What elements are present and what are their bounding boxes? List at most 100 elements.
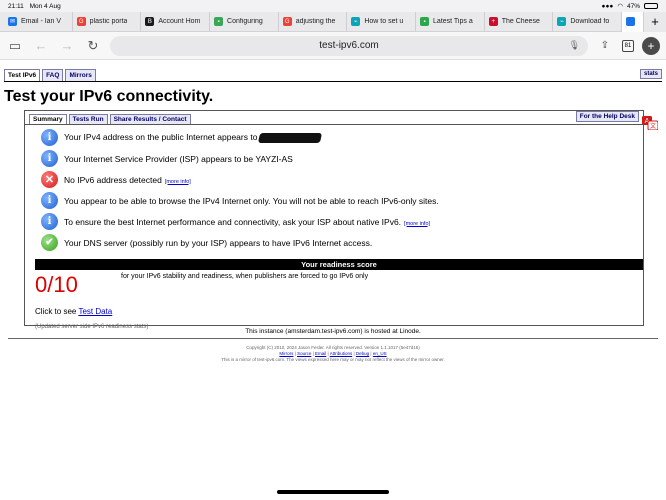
footer-link-mirrors[interactable]: Mirrors: [279, 351, 293, 356]
new-tab-button[interactable]: +: [642, 36, 660, 55]
back-icon[interactable]: ←: [32, 38, 50, 53]
signal-icon: ●●●: [601, 2, 614, 10]
error-icon: ✕: [41, 171, 58, 188]
nav-tab-test-ipv6[interactable]: Test IPv6: [4, 69, 41, 81]
test-data-prefix: Click to see: [35, 307, 77, 316]
browser-tab[interactable]: B Account Hom: [141, 11, 211, 32]
footer-mirror-note: This is a mirror of test-ipv6.com. The v…: [221, 357, 445, 362]
result-text: No IPv6 address detected: [64, 174, 162, 185]
result-text: You appear to be able to browse the IPv4…: [64, 195, 439, 206]
sidebar-icon[interactable]: ▭: [6, 38, 24, 54]
svg-text:文: 文: [650, 122, 656, 130]
tab-favicon-icon: ⌁: [557, 17, 567, 26]
tab-label: plastic porta: [89, 18, 128, 25]
check-icon: ✔: [41, 234, 58, 251]
tab-label: How to set u: [364, 18, 404, 25]
result-row: i Your Internet Service Provider (ISP) ap…: [41, 148, 643, 169]
reload-icon[interactable]: ↻: [84, 38, 102, 54]
updated-stats-note: (Updated server side IPv6 readiness stat…: [35, 324, 149, 330]
more-info-link[interactable]: [more info]: [165, 179, 191, 185]
info-icon: i: [41, 129, 58, 146]
microphone-icon[interactable]: 🎙: [569, 40, 580, 51]
tab-favicon-icon: +: [488, 17, 498, 26]
footer-link-language[interactable]: en_US: [373, 351, 387, 356]
result-row: i You appear to be able to browse the IPv…: [41, 190, 643, 211]
browser-tab[interactable]: Gplastic porta: [73, 11, 142, 32]
active-browser-tab[interactable]: [622, 11, 645, 32]
footer-link-attributions[interactable]: Attributions: [330, 351, 353, 356]
result-text: To ensure the best Internet performance …: [64, 216, 402, 227]
site-nav: Test IPv6 FAQ Mirrors stats: [4, 66, 662, 82]
tab-favicon-icon: ✉: [8, 17, 17, 26]
tab-favicon-icon: G: [76, 17, 86, 26]
browser-tab[interactable]: ⌁ Download fo: [553, 11, 623, 32]
test-data-link[interactable]: Test Data: [78, 307, 112, 316]
browser-tab[interactable]: + The Cheese: [485, 11, 554, 32]
tab-label: The Cheese: [501, 18, 540, 25]
ios-status-bar: 21:11 Mon 4 Aug ●●● ◠ 47%: [0, 0, 666, 12]
browser-tab[interactable]: ⌁ How to set u: [347, 11, 417, 32]
browser-tab-bar: ✉ Email - Ian V Gplastic porta B Account Hom…: [0, 11, 666, 32]
tab-favicon-icon: ⌁: [351, 17, 361, 26]
tab-favicon-icon: [626, 17, 636, 26]
result-row: ✕ No IPv6 address detected [more info]: [41, 169, 643, 190]
result-text: Your IPv4 address on the public Internet…: [64, 132, 258, 143]
tab-label: Account Hom: [158, 18, 201, 25]
tab-count-button[interactable]: 81: [622, 39, 634, 52]
tab-label: Download fo: [570, 18, 610, 25]
home-indicator[interactable]: [277, 490, 389, 494]
footer-link-debug[interactable]: Debug: [356, 351, 369, 356]
footer-link-email[interactable]: Email: [315, 351, 326, 356]
result-text: Your DNS server (possibly run by your IS…: [64, 237, 373, 248]
result-text: Your Internet Service Provider (ISP) app…: [64, 153, 293, 164]
translate-icon[interactable]: A 文: [642, 116, 658, 130]
info-icon: i: [41, 192, 58, 209]
readiness-score: 0/10: [35, 272, 78, 297]
page-content: Test IPv6 FAQ Mirrors stats Test your IP…: [0, 66, 666, 363]
tab-label: Email - Ian V: [21, 18, 62, 25]
url-text: test-ipv6.com: [319, 40, 379, 51]
info-icon: i: [41, 213, 58, 230]
tab-favicon-icon: ▪: [214, 17, 224, 26]
tab-label: Configuring: [227, 18, 263, 25]
tab-label: Latest Tips a: [433, 18, 473, 25]
readiness-score-header: Your readiness score: [35, 259, 643, 270]
add-tab-icon[interactable]: +: [644, 11, 666, 32]
info-icon: i: [41, 150, 58, 167]
status-time: 21:11: [8, 2, 24, 10]
share-icon[interactable]: ⇪: [596, 37, 614, 55]
footer-link-source[interactable]: Source: [297, 351, 311, 356]
result-row: i Your IPv4 address on the public Interne…: [41, 127, 643, 148]
wifi-icon: ◠: [617, 3, 623, 10]
result-row: i To ensure the best Internet performance…: [41, 211, 643, 232]
url-field[interactable]: test-ipv6.com 🎙: [110, 35, 588, 56]
browser-tab[interactable]: ▪ Configuring: [210, 11, 279, 32]
help-desk-tab[interactable]: For the Help Desk: [575, 111, 639, 122]
browser-tab[interactable]: ▪ Latest Tips a: [416, 11, 485, 32]
site-footer: Copyright (C) 2010, 2024 Jason Fesler. A…: [4, 345, 662, 363]
tab-favicon-icon: B: [145, 17, 155, 26]
battery-percent: 47%: [626, 2, 640, 10]
tab-label: adjusting the: [295, 18, 336, 25]
tab-favicon-icon: G: [282, 17, 292, 26]
stats-link[interactable]: stats: [639, 68, 662, 79]
redaction-mark: [258, 132, 323, 143]
browser-tab[interactable]: ✉ Email - Ian V: [4, 11, 73, 32]
results-panel: Summary Tests Run Share Results / Contac…: [24, 110, 644, 330]
nav-tab-mirrors[interactable]: Mirrors: [65, 69, 96, 81]
results-list: i Your IPv4 address on the public Interne…: [25, 125, 643, 253]
forward-icon[interactable]: →: [58, 38, 76, 53]
test-data-line: Click to see Test Data: [35, 307, 643, 316]
more-info-link[interactable]: [more info]: [404, 221, 430, 227]
nav-tab-faq[interactable]: FAQ: [42, 69, 64, 81]
tab-tests-run[interactable]: Tests Run: [68, 114, 108, 124]
tab-share-results[interactable]: Share Results / Contact: [109, 114, 191, 124]
status-date: Mon 4 Aug: [29, 2, 61, 10]
tab-favicon-icon: ▪: [420, 17, 430, 26]
battery-icon: [644, 3, 658, 9]
footer-divider: [8, 338, 658, 339]
tab-summary[interactable]: Summary: [29, 114, 67, 124]
page-title: Test your IPv6 connectivity.: [4, 88, 214, 105]
result-row: ✔ Your DNS server (possibly run by your I…: [41, 232, 643, 253]
browser-tab[interactable]: Gadjusting the: [279, 11, 348, 32]
